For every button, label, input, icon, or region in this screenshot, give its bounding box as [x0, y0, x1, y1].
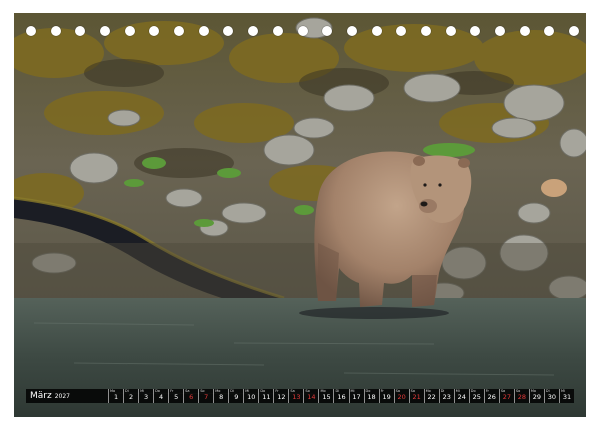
calendar-day: Mi 31	[558, 389, 574, 403]
calendar-day-number: 28	[517, 393, 526, 401]
calendar-day: Di 9	[228, 389, 243, 403]
calendar-days: Mo 1 Di 2 Mi 3 Do 4 Fr 5 Sa 6 So 7 Mo 8 Di 9 Mi 10 Do 11 Fr 12 S…	[108, 389, 574, 403]
calendar-day: Mi 17	[348, 389, 364, 403]
calendar-day-number: 2	[128, 393, 134, 401]
bear-photo-illustration	[14, 13, 586, 417]
calendar-day-number: 15	[322, 393, 331, 401]
calendar-day: Di 30	[543, 389, 559, 403]
calendar-day-number: 24	[457, 393, 466, 401]
calendar-day: Fr 19	[378, 389, 394, 403]
calendar-month-title: März 2027	[26, 391, 108, 401]
calendar-day-number: 10	[247, 393, 256, 401]
calendar-day: Sa 13	[288, 389, 303, 403]
calendar-day-number: 4	[159, 393, 164, 401]
calendar-day-number: 14	[307, 393, 316, 401]
calendar-day-number: 7	[204, 393, 209, 401]
calendar-day: Mo 8	[213, 389, 228, 403]
calendar-day-number: 31	[562, 393, 572, 401]
calendar-day: Di 2	[123, 389, 138, 403]
calendar-day-number: 30	[547, 393, 557, 401]
calendar-page: März 2027 Mo 1 Di 2 Mi 3 Do 4 Fr 5 Sa 6 So 7 Mo 8 Di 9 Mi 10…	[0, 0, 600, 431]
calendar-day-number: 26	[487, 393, 496, 401]
calendar-day: Mo 22	[423, 389, 439, 403]
calendar-day-number: 17	[352, 393, 361, 401]
calendar-day-number: 5	[174, 393, 179, 401]
calendar-day: Sa 6	[183, 389, 198, 403]
calendar-month-name: März	[30, 391, 52, 401]
calendar-day-number: 20	[397, 393, 406, 401]
calendar-day-number: 16	[337, 393, 346, 401]
calendar-day: Fr 5	[168, 389, 183, 403]
calendar-day: Di 16	[333, 389, 348, 403]
calendar-day: Mi 3	[138, 389, 153, 403]
calendar-day-number: 23	[442, 393, 451, 401]
calendar-day-number: 9	[234, 393, 239, 401]
calendar-day: Sa 20	[393, 389, 409, 403]
calendar-day-number: 11	[262, 393, 271, 401]
calendar-day-number: 25	[472, 393, 481, 401]
calendar-day: Mi 24	[453, 389, 469, 403]
calendar-day-number: 29	[532, 393, 542, 401]
calendar-day: Fr 26	[483, 389, 499, 403]
calendar-day: Do 18	[363, 389, 379, 403]
calendar-day: Do 4	[153, 389, 168, 403]
calendar-day-number: 27	[502, 393, 511, 401]
calendar-day: So 28	[513, 389, 529, 403]
calendar-day: Do 11	[258, 389, 273, 403]
calendar-day-number: 3	[144, 393, 149, 401]
calendar-day: So 21	[408, 389, 424, 403]
calendar-day-number: 8	[219, 393, 224, 401]
calendar-day-number: 12	[277, 393, 286, 401]
calendar-day: So 14	[303, 389, 318, 403]
calendar-day: Mo 1	[108, 389, 123, 403]
calendar-day: Mo 29	[528, 389, 544, 403]
calendar-day-number: 6	[189, 393, 194, 401]
calendar-day-number: 1	[113, 393, 119, 401]
calendar-photo	[14, 13, 586, 417]
calendar-day: Di 23	[438, 389, 454, 403]
calendar-day-number: 18	[367, 393, 376, 401]
calendar-year: 2027	[54, 393, 70, 400]
calendar-day: Fr 12	[273, 389, 288, 403]
calendar-day: Do 25	[468, 389, 484, 403]
calendar-day: Mi 10	[243, 389, 258, 403]
calendar-month-strip: März 2027 Mo 1 Di 2 Mi 3 Do 4 Fr 5 Sa 6 So 7 Mo 8 Di 9 Mi 10…	[26, 389, 574, 403]
calendar-day-number: 21	[412, 393, 421, 401]
calendar-day: Sa 27	[498, 389, 514, 403]
calendar-day-number: 19	[382, 393, 391, 401]
calendar-day: Mo 15	[318, 389, 333, 403]
calendar-day: So 7	[198, 389, 213, 403]
calendar-day-number: 22	[427, 393, 436, 401]
calendar-day-number: 13	[292, 393, 301, 401]
